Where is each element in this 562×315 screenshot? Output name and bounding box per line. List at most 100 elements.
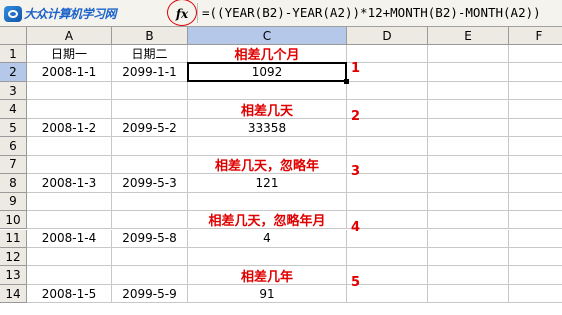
column-header-d[interactable]: D: [347, 27, 428, 45]
cell-e13[interactable]: [428, 266, 509, 285]
row-header-11[interactable]: 11: [0, 229, 27, 248]
cell-b1[interactable]: 日期二: [112, 45, 188, 64]
cell-a2[interactable]: 2008-1-1: [27, 63, 112, 82]
cell-f13[interactable]: [509, 266, 562, 285]
cell-d3[interactable]: [347, 81, 428, 101]
cell-b13[interactable]: [112, 266, 188, 285]
row-header-6[interactable]: 6: [0, 137, 27, 156]
cell-e12[interactable]: [428, 247, 509, 267]
cell-c3[interactable]: [188, 81, 347, 101]
cell-b8[interactable]: 2099-5-3: [112, 174, 188, 193]
row-header-1[interactable]: 1: [0, 45, 27, 64]
cell-f6[interactable]: [509, 137, 562, 156]
cell-a11[interactable]: 2008-1-4: [27, 229, 112, 248]
cell-e14[interactable]: [428, 284, 509, 304]
cell-e5[interactable]: [428, 118, 509, 138]
cell-b14[interactable]: 2099-5-9: [112, 284, 188, 304]
cell-c11[interactable]: 4: [188, 229, 347, 248]
annotation-marker-2: 2: [351, 108, 361, 124]
cell-f1[interactable]: [509, 45, 562, 64]
row-header-3[interactable]: 3: [0, 81, 27, 101]
row-header-14[interactable]: 14: [0, 284, 27, 304]
row-header-12[interactable]: 12: [0, 247, 27, 267]
row-header-2[interactable]: 2: [0, 63, 27, 82]
cell-a4[interactable]: [27, 100, 112, 119]
cell-e4[interactable]: [428, 100, 509, 119]
cell-c12[interactable]: [188, 247, 347, 267]
cell-c10[interactable]: 相差几天，忽略年月: [188, 211, 347, 230]
cell-c9[interactable]: [188, 192, 347, 212]
cell-b11[interactable]: 2099-5-8: [112, 229, 188, 248]
column-header-f[interactable]: F: [509, 27, 562, 45]
cell-b10[interactable]: [112, 211, 188, 230]
insert-function-button[interactable]: fx: [167, 0, 197, 26]
cell-c13[interactable]: 相差几年: [188, 266, 347, 285]
cell-e1[interactable]: [428, 45, 509, 64]
cell-f10[interactable]: [509, 211, 562, 230]
cell-a7[interactable]: [27, 155, 112, 175]
cell-a14[interactable]: 2008-1-5: [27, 284, 112, 304]
cell-b7[interactable]: [112, 155, 188, 175]
cell-a6[interactable]: [27, 137, 112, 156]
column-header-a[interactable]: A: [27, 27, 112, 45]
cell-a1[interactable]: 日期一: [27, 45, 112, 64]
cell-b4[interactable]: [112, 100, 188, 119]
column-header-c[interactable]: C: [188, 27, 347, 45]
cell-e2[interactable]: [428, 63, 509, 82]
cell-b5[interactable]: 2099-5-2: [112, 118, 188, 138]
row-header-5[interactable]: 5: [0, 118, 27, 138]
column-header-b[interactable]: B: [112, 27, 188, 45]
cell-a9[interactable]: [27, 192, 112, 212]
cell-b3[interactable]: [112, 81, 188, 101]
cell-f14[interactable]: [509, 285, 562, 304]
cell-a10[interactable]: [27, 211, 112, 230]
row-header-7[interactable]: 7: [0, 155, 27, 175]
formula-input[interactable]: =((YEAR(B2)-YEAR(A2))*12+MONTH(B2)-MONTH…: [202, 5, 541, 20]
cell-c6[interactable]: [188, 137, 347, 156]
cell-c14[interactable]: 91: [188, 284, 347, 304]
cell-f2[interactable]: [509, 63, 562, 82]
cell-f3[interactable]: [509, 82, 562, 101]
cell-b6[interactable]: [112, 137, 188, 156]
cell-f4[interactable]: [509, 100, 562, 119]
row-header-4[interactable]: 4: [0, 100, 27, 119]
cell-c8[interactable]: 121: [188, 174, 347, 193]
cell-c7[interactable]: 相差几天，忽略年: [188, 155, 347, 175]
cell-f5[interactable]: [509, 119, 562, 138]
cell-e10[interactable]: [428, 211, 509, 230]
select-all-corner[interactable]: [0, 27, 27, 45]
cell-c5[interactable]: 33358: [188, 118, 347, 138]
cell-e7[interactable]: [428, 155, 509, 175]
annotation-marker-5: 5: [351, 274, 361, 290]
cell-f8[interactable]: [509, 174, 562, 193]
cell-d9[interactable]: [347, 192, 428, 212]
cell-f7[interactable]: [509, 156, 562, 175]
cell-e9[interactable]: [428, 192, 509, 212]
cell-a12[interactable]: [27, 247, 112, 267]
row-header-13[interactable]: 13: [0, 266, 27, 285]
cell-d6[interactable]: [347, 137, 428, 156]
row-header-8[interactable]: 8: [0, 174, 27, 193]
cell-e8[interactable]: [428, 174, 509, 193]
cell-a8[interactable]: 2008-1-3: [27, 174, 112, 193]
cell-f9[interactable]: [509, 193, 562, 212]
cell-e3[interactable]: [428, 81, 509, 101]
cell-e11[interactable]: [428, 229, 509, 248]
column-header-e[interactable]: E: [428, 27, 509, 45]
formula-bar: 大众计算机学习网 fx =((YEAR(B2)-YEAR(A2))*12+MON…: [0, 0, 562, 27]
cell-c1[interactable]: 相差几个月: [188, 45, 347, 64]
cell-f11[interactable]: [509, 230, 562, 248]
cell-e6[interactable]: [428, 137, 509, 156]
row-header-9[interactable]: 9: [0, 192, 27, 212]
cell-f12[interactable]: [509, 248, 562, 267]
cell-b12[interactable]: [112, 247, 188, 267]
cell-b2[interactable]: 2099-1-1: [112, 63, 188, 82]
cell-b9[interactable]: [112, 192, 188, 212]
row-header-10[interactable]: 10: [0, 211, 27, 230]
cell-c2[interactable]: 1092: [188, 63, 347, 82]
cell-a3[interactable]: [27, 81, 112, 101]
cell-d12[interactable]: [347, 247, 428, 267]
cell-c4[interactable]: 相差几天: [188, 100, 347, 119]
cell-a5[interactable]: 2008-1-2: [27, 118, 112, 138]
cell-a13[interactable]: [27, 266, 112, 285]
